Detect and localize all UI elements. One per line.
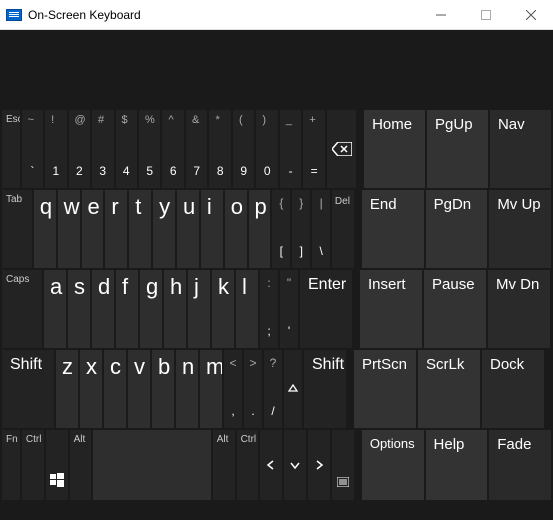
key-b[interactable]: b <box>152 350 174 428</box>
key-u[interactable]: u <box>177 190 199 268</box>
minimize-button[interactable] <box>418 0 463 29</box>
arrow-up-icon <box>287 383 299 395</box>
key-tab[interactable]: Tab <box>2 190 32 268</box>
key-minus[interactable]: _- <box>280 110 301 188</box>
key-p[interactable]: p <box>249 190 271 268</box>
key-insert[interactable]: Insert <box>360 270 422 348</box>
key-shift-right[interactable]: Shift <box>304 350 346 428</box>
key-4[interactable]: $4 <box>116 110 137 188</box>
key-mvdn[interactable]: Mv Dn <box>488 270 550 348</box>
key-9[interactable]: (9 <box>233 110 254 188</box>
key-n[interactable]: n <box>176 350 198 428</box>
key-arrow-left[interactable] <box>260 430 282 500</box>
key-end[interactable]: End <box>362 190 424 268</box>
arrow-left-icon <box>265 459 277 471</box>
key-bracket-left[interactable]: {[ <box>272 190 290 268</box>
key-i[interactable]: i <box>201 190 223 268</box>
maximize-button[interactable] <box>463 0 508 29</box>
key-c[interactable]: c <box>104 350 126 428</box>
key-v[interactable]: v <box>128 350 150 428</box>
key-s[interactable]: s <box>68 270 90 348</box>
key-enter[interactable]: Enter <box>300 270 352 348</box>
key-j[interactable]: j <box>188 270 210 348</box>
key-h[interactable]: h <box>164 270 186 348</box>
key-x[interactable]: x <box>80 350 102 428</box>
key-f[interactable]: f <box>116 270 138 348</box>
key-pgup[interactable]: PgUp <box>427 110 488 188</box>
menu-icon <box>337 477 349 487</box>
key-del[interactable]: Del <box>332 190 354 268</box>
key-8[interactable]: *8 <box>209 110 230 188</box>
key-help[interactable]: Help <box>426 430 488 500</box>
key-ctrl-right[interactable]: Ctrl <box>237 430 259 500</box>
key-a[interactable]: a <box>44 270 66 348</box>
key-m[interactable]: m <box>200 350 222 428</box>
key-l[interactable]: l <box>236 270 258 348</box>
key-slash[interactable]: ?/ <box>264 350 282 428</box>
key-w[interactable]: w <box>58 190 80 268</box>
key-period[interactable]: >. <box>244 350 262 428</box>
key-nav[interactable]: Nav <box>490 110 551 188</box>
key-6[interactable]: ^6 <box>162 110 183 188</box>
close-button[interactable] <box>508 0 553 29</box>
key-menu[interactable] <box>332 430 354 500</box>
key-7[interactable]: &7 <box>186 110 207 188</box>
key-scrlk[interactable]: ScrLk <box>418 350 480 428</box>
key-1[interactable]: !1 <box>45 110 66 188</box>
key-d[interactable]: d <box>92 270 114 348</box>
key-pause[interactable]: Pause <box>424 270 486 348</box>
key-esc[interactable]: Esc <box>2 110 20 188</box>
key-o[interactable]: o <box>225 190 247 268</box>
key-t[interactable]: t <box>129 190 151 268</box>
key-arrow-down[interactable] <box>284 430 306 500</box>
key-bracket-right[interactable]: }] <box>292 190 310 268</box>
key-k[interactable]: k <box>212 270 234 348</box>
key-r[interactable]: r <box>105 190 127 268</box>
key-caps[interactable]: Caps <box>2 270 42 348</box>
titlebar: On-Screen Keyboard <box>0 0 553 30</box>
key-grave[interactable]: ~` <box>22 110 43 188</box>
key-ctrl-left[interactable]: Ctrl <box>22 430 44 500</box>
key-mvup[interactable]: Mv Up <box>489 190 551 268</box>
key-arrow-right[interactable] <box>308 430 330 500</box>
keyboard-area: Esc ~` !1 @2 #3 $4 %5 ^6 &7 *8 (9 )0 _- … <box>0 30 553 504</box>
key-space[interactable] <box>93 430 210 500</box>
key-arrow-up[interactable] <box>284 350 302 428</box>
key-semicolon[interactable]: :; <box>260 270 278 348</box>
key-y[interactable]: y <box>153 190 175 268</box>
windows-icon <box>50 473 64 487</box>
key-q[interactable]: q <box>34 190 56 268</box>
key-dock[interactable]: Dock <box>482 350 544 428</box>
key-g[interactable]: g <box>140 270 162 348</box>
key-pgdn[interactable]: PgDn <box>426 190 488 268</box>
key-options[interactable]: Options <box>362 430 424 500</box>
arrow-right-icon <box>313 459 325 471</box>
key-shift-left[interactable]: Shift <box>2 350 54 428</box>
key-3[interactable]: #3 <box>92 110 113 188</box>
key-quote[interactable]: "' <box>280 270 298 348</box>
key-z[interactable]: z <box>56 350 78 428</box>
window-title: On-Screen Keyboard <box>28 8 418 22</box>
key-alt-left[interactable]: Alt <box>70 430 92 500</box>
key-fade[interactable]: Fade <box>489 430 551 500</box>
key-prtscn[interactable]: PrtScn <box>354 350 416 428</box>
key-equals[interactable]: += <box>303 110 324 188</box>
key-home[interactable]: Home <box>364 110 425 188</box>
app-icon <box>6 9 22 21</box>
key-alt-right[interactable]: Alt <box>213 430 235 500</box>
key-win[interactable] <box>46 430 68 500</box>
backspace-icon <box>332 142 352 156</box>
key-backslash[interactable]: |\ <box>312 190 330 268</box>
key-0[interactable]: )0 <box>256 110 277 188</box>
key-backspace[interactable] <box>327 110 356 188</box>
key-e[interactable]: e <box>82 190 104 268</box>
arrow-down-icon <box>289 459 301 471</box>
key-2[interactable]: @2 <box>69 110 90 188</box>
key-5[interactable]: %5 <box>139 110 160 188</box>
key-comma[interactable]: <, <box>224 350 242 428</box>
key-fn[interactable]: Fn <box>2 430 20 500</box>
